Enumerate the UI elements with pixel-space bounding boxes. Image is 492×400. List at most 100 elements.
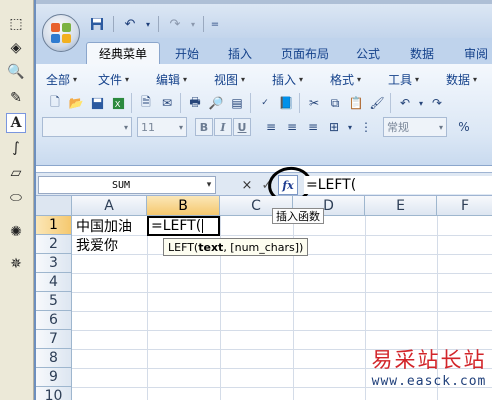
column-header-a[interactable]: A bbox=[72, 196, 147, 216]
wrap-text-icon[interactable]: ⋮ bbox=[356, 117, 376, 137]
brush-icon[interactable]: ✵ bbox=[6, 254, 26, 274]
select-all-corner[interactable] bbox=[36, 196, 72, 216]
merge-center-icon[interactable]: ⊞ bbox=[324, 117, 344, 137]
save-icon[interactable] bbox=[87, 93, 107, 113]
align-left-icon[interactable]: ≡ bbox=[261, 117, 281, 137]
menu-file[interactable]: 文件 ▾ bbox=[94, 70, 152, 88]
italic-button[interactable]: I bbox=[214, 118, 232, 136]
menu-all[interactable]: 全部 ▾ bbox=[42, 70, 94, 88]
column-header-e[interactable]: E bbox=[365, 196, 437, 216]
redo-icon[interactable]: ↷ bbox=[164, 14, 186, 34]
undo-icon[interactable]: ↶ bbox=[119, 14, 141, 34]
page-setup-icon[interactable]: ▤ bbox=[227, 93, 247, 113]
cell-a1[interactable]: 中国加油 bbox=[73, 216, 147, 235]
menu-format[interactable]: 格式 ▾ bbox=[326, 70, 384, 88]
pencil-icon[interactable]: ✎ bbox=[6, 88, 26, 108]
undo-dropdown-icon[interactable]: ▾ bbox=[143, 14, 153, 34]
name-box[interactable]: SUM ▾ bbox=[38, 176, 216, 194]
new-document-icon[interactable]: 🗋 bbox=[45, 93, 65, 113]
row-header-1[interactable]: 1 bbox=[36, 216, 72, 235]
align-right-icon[interactable]: ≡ bbox=[303, 117, 323, 137]
research-icon[interactable]: 📘 bbox=[276, 93, 296, 113]
customize-qat-icon[interactable]: = bbox=[209, 14, 221, 34]
row-header-8[interactable]: 8 bbox=[36, 349, 72, 368]
menu-insert[interactable]: 插入 ▾ bbox=[268, 70, 326, 88]
menu-view[interactable]: 视图 ▾ bbox=[210, 70, 268, 88]
spray-icon[interactable]: ✺ bbox=[6, 222, 26, 242]
excel-sheet-icon[interactable]: X bbox=[108, 93, 128, 113]
menu-data[interactable]: 数据 ▾ bbox=[442, 70, 492, 88]
cancel-icon[interactable]: × bbox=[238, 176, 256, 194]
align-center-icon[interactable]: ≡ bbox=[282, 117, 302, 137]
cut-icon[interactable]: ✂ bbox=[304, 93, 324, 113]
format-painter-icon[interactable]: 🖌 bbox=[367, 93, 387, 113]
bold-button[interactable]: B bbox=[195, 118, 213, 136]
row-header-10[interactable]: 10 bbox=[36, 387, 72, 400]
number-format-combo[interactable]: 常规 ▾ bbox=[383, 117, 447, 137]
gridline bbox=[72, 330, 492, 331]
text-tool-icon[interactable]: A bbox=[6, 113, 26, 133]
redo-dropdown-icon[interactable]: ▾ bbox=[188, 14, 198, 34]
row-header-3[interactable]: 3 bbox=[36, 254, 72, 273]
menu-edit[interactable]: 编辑 ▾ bbox=[152, 70, 210, 88]
column-header-f[interactable]: F bbox=[437, 196, 492, 216]
ellipse-icon[interactable]: ⬭ bbox=[6, 188, 26, 208]
excel-window: ↶ ▾ ↷ ▾ = 经典菜单 开始 插入 页面布局 公式 数据 审阅 全部 ▾ 文… bbox=[34, 0, 492, 400]
chevron-down-icon: ▾ bbox=[438, 122, 443, 132]
quick-access-toolbar: ↶ ▾ ↷ ▾ = bbox=[86, 13, 221, 35]
eraser-icon[interactable]: ▱ bbox=[6, 163, 26, 183]
paint-bucket-icon[interactable]: ◈ bbox=[6, 38, 26, 58]
cell-a2[interactable]: 我爱你 bbox=[73, 235, 147, 254]
spell-check-icon[interactable]: ✓ bbox=[255, 93, 275, 113]
row-header-7[interactable]: 7 bbox=[36, 330, 72, 349]
underline-button[interactable]: U bbox=[233, 118, 251, 136]
office-button[interactable] bbox=[42, 14, 80, 52]
ribbon-panel: 全部 ▾ 文件 ▾ 编辑 ▾ 视图 ▾ 插入 ▾ 格式 ▾ 工具 ▾ 数据 ▾ 🗋 📂 X bbox=[36, 64, 492, 166]
tab-page-layout[interactable]: 页面布局 bbox=[272, 42, 338, 64]
permission-group: 🗎 ✉ bbox=[133, 93, 181, 113]
gridline bbox=[72, 292, 492, 293]
save-icon[interactable] bbox=[86, 14, 108, 34]
paste-icon[interactable]: 📋 bbox=[346, 93, 366, 113]
row-header-6[interactable]: 6 bbox=[36, 311, 72, 330]
menu-label: 编辑 bbox=[156, 72, 181, 87]
site-watermark: 易采站长站 www.easck.com bbox=[366, 344, 492, 389]
tab-formulas[interactable]: 公式 bbox=[346, 42, 390, 64]
chevron-down-icon: ▾ bbox=[415, 74, 420, 84]
curve-icon[interactable]: ∫ bbox=[6, 138, 26, 158]
print-icon[interactable]: 🖶 bbox=[185, 93, 205, 113]
row-header-4[interactable]: 4 bbox=[36, 273, 72, 292]
percent-style-icon[interactable]: % bbox=[454, 117, 474, 137]
function-current-arg[interactable]: text bbox=[198, 241, 223, 254]
row-header-2[interactable]: 2 bbox=[36, 235, 72, 254]
menu-tools[interactable]: 工具 ▾ bbox=[384, 70, 442, 88]
mail-icon[interactable]: ✉ bbox=[157, 93, 177, 113]
tab-review[interactable]: 审阅 bbox=[454, 42, 492, 64]
insert-function-button[interactable]: fx bbox=[278, 175, 298, 195]
row-header-5[interactable]: 5 bbox=[36, 292, 72, 311]
copy-icon[interactable]: ⧉ bbox=[325, 93, 345, 113]
menu-label: 文件 bbox=[98, 72, 123, 87]
tab-insert[interactable]: 插入 bbox=[218, 42, 262, 64]
rect-select-icon[interactable]: ⬚ bbox=[6, 14, 26, 34]
tab-home[interactable]: 开始 bbox=[164, 42, 210, 64]
open-folder-icon[interactable]: 📂 bbox=[66, 93, 86, 113]
enter-icon[interactable]: ✓ bbox=[258, 176, 276, 194]
paint-toolbar: ⬚ ◈ 🔍 ✎ A ∫ ▱ ⬭ ✺ ✵ bbox=[0, 0, 34, 400]
undo-dropdown-icon[interactable]: ▾ bbox=[416, 93, 426, 113]
font-size-combo[interactable]: 11 ▾ bbox=[137, 117, 187, 137]
font-name-combo[interactable]: ▾ bbox=[42, 117, 132, 137]
tab-data[interactable]: 数据 bbox=[400, 42, 444, 64]
formula-bar: SUM ▾ × ✓ fx =LEFT( bbox=[36, 164, 492, 206]
row-header-9[interactable]: 9 bbox=[36, 368, 72, 387]
print-preview-icon[interactable]: 🔎 bbox=[206, 93, 226, 113]
tab-classic-menu[interactable]: 经典菜单 bbox=[86, 42, 160, 64]
active-cell-b1[interactable]: =LEFT( bbox=[147, 216, 220, 236]
merge-dropdown-icon[interactable]: ▾ bbox=[345, 117, 355, 137]
permission-icon[interactable]: 🗎 bbox=[136, 93, 156, 113]
redo-icon[interactable]: ↷ bbox=[427, 93, 447, 113]
formula-input[interactable]: =LEFT( bbox=[304, 176, 492, 194]
column-header-b[interactable]: B bbox=[147, 196, 220, 216]
undo-icon[interactable]: ↶ bbox=[395, 93, 415, 113]
magnifier-icon[interactable]: 🔍 bbox=[6, 62, 26, 82]
